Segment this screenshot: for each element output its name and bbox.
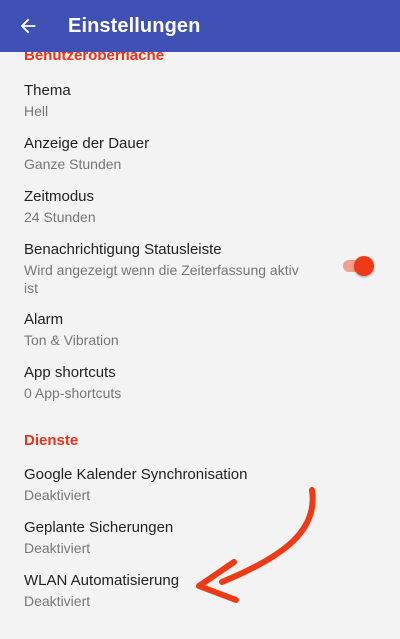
pref-title: Thema xyxy=(24,82,71,99)
pref-theme[interactable]: Thema Hell xyxy=(0,81,400,120)
pref-wlan-automation[interactable]: WLAN Automatisierung Deaktiviert xyxy=(0,571,400,610)
switch-thumb xyxy=(354,256,374,276)
pref-summary: Hell xyxy=(24,103,49,119)
pref-summary: Ton & Vibration xyxy=(24,332,119,348)
pref-summary: Deaktiviert xyxy=(24,593,91,609)
pref-scheduled-backups[interactable]: Geplante Sicherungen Deaktiviert xyxy=(0,518,400,557)
pref-statusbar-notification[interactable]: Benachrichtigung Statusleiste Wird angez… xyxy=(0,240,400,297)
pref-title: App shortcuts xyxy=(24,364,116,381)
pref-google-calendar-sync[interactable]: Google Kalender Synchronisation Deaktivi… xyxy=(0,465,400,504)
pref-summary: Deaktiviert xyxy=(24,487,91,503)
section-header-ui: Benutzeroberfläche xyxy=(24,52,165,64)
arrow-left-icon xyxy=(20,18,36,34)
pref-duration-display[interactable]: Anzeige der Dauer Ganze Stunden xyxy=(0,134,400,173)
pref-summary: Ganze Stunden xyxy=(24,156,122,172)
pref-summary: 0 App-shortcuts xyxy=(24,385,122,401)
pref-app-shortcuts[interactable]: App shortcuts 0 App-shortcuts xyxy=(0,363,400,402)
pref-title: Geplante Sicherungen xyxy=(24,519,174,536)
settings-list[interactable]: Benutzeroberfläche Thema Hell Anzeige de… xyxy=(0,52,400,639)
pref-summary: 24 Stunden xyxy=(24,209,96,225)
app-bar: Einstellungen xyxy=(0,0,400,52)
back-button[interactable] xyxy=(0,0,56,52)
pref-alarm[interactable]: Alarm Ton & Vibration xyxy=(0,310,400,349)
pref-title: WLAN Automatisierung xyxy=(24,572,180,589)
section-header-services: Dienste xyxy=(24,432,79,449)
pref-title: Google Kalender Synchronisation xyxy=(24,466,248,483)
pref-title: Anzeige der Dauer xyxy=(24,135,150,152)
page-title: Einstellungen xyxy=(68,14,201,37)
pref-summary: Wird angezeigt wenn die Zeiterfassung ak… xyxy=(24,262,299,296)
pref-summary: Deaktiviert xyxy=(24,540,91,556)
statusbar-notification-switch[interactable] xyxy=(341,256,375,276)
pref-title: Zeitmodus xyxy=(24,188,95,205)
pref-time-mode[interactable]: Zeitmodus 24 Stunden xyxy=(0,187,400,226)
pref-title: Alarm xyxy=(24,311,64,328)
